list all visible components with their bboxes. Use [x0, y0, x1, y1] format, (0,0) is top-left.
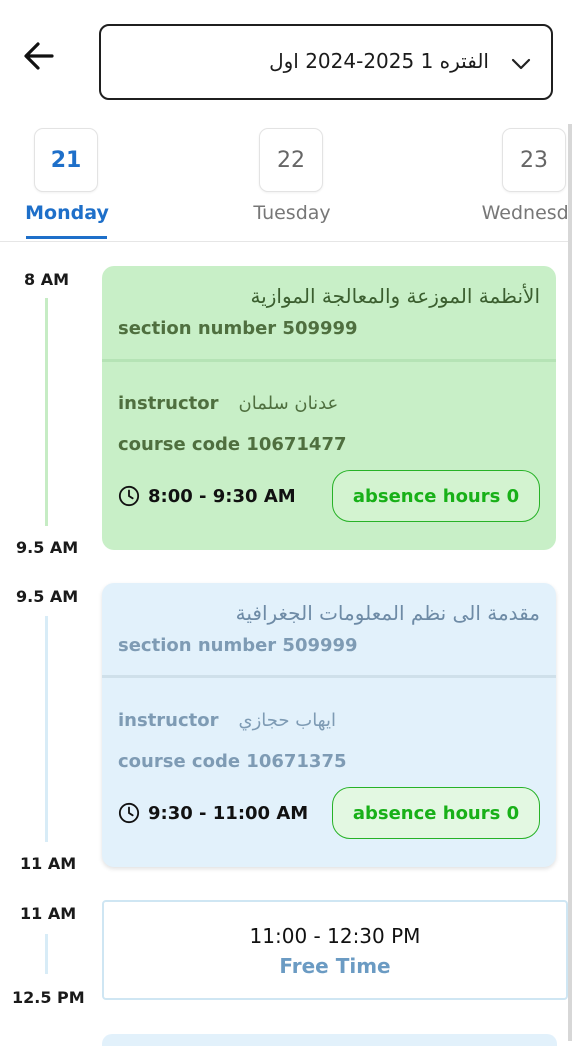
timeline-line [45, 298, 48, 526]
course-name: الأنظمة الموزعة والمعالجة الموازية [250, 284, 540, 308]
arrow-left-icon [24, 42, 54, 70]
instructor-label: instructor [118, 710, 219, 731]
slot-start-time: 11 AM [20, 904, 77, 923]
absence-hours-button[interactable]: absence hours 0 [332, 787, 540, 839]
chevron-down-icon [511, 58, 531, 70]
day-name: Wednesda [481, 202, 572, 224]
instructor-name: عدنان سلمان [238, 393, 339, 414]
timeline-line [45, 934, 48, 974]
slot-start-time: 8 AM [24, 270, 70, 289]
course-card[interactable]: الأنظمة الموزعة والمعالجة الموازية secti… [102, 266, 556, 550]
timeline-line [45, 616, 48, 842]
card-divider [102, 359, 556, 362]
slot-end-time: 11 AM [20, 854, 77, 873]
day-name: Monday [25, 202, 109, 224]
day-number: 21 [34, 128, 98, 192]
day-tab-wednesday[interactable]: 23 Wednesda [480, 128, 572, 238]
active-tab-indicator [26, 236, 107, 239]
clock-icon [118, 802, 140, 824]
course-card-header: مقدمة الى نظم المعلومات الجغرافية sectio… [102, 583, 556, 675]
instructor-line: instructor ايهاب حجازي [118, 710, 336, 731]
class-time-text: 8:00 - 9:30 AM [148, 485, 296, 507]
tabs-divider [0, 241, 572, 242]
class-time: 9:30 - 11:00 AM [118, 802, 308, 824]
section-number: section number 509999 [118, 635, 358, 656]
absence-hours-button[interactable]: absence hours 0 [332, 470, 540, 522]
class-time-text: 9:30 - 11:00 AM [148, 802, 309, 824]
course-code: course code 10671375 [118, 751, 347, 772]
free-time-label: Free Time [279, 954, 391, 978]
slot-end-time: 9.5 AM [16, 538, 79, 557]
course-card[interactable]: مقدمة الى نظم المعلومات الجغرافية sectio… [102, 583, 556, 867]
course-code: course code 10671477 [118, 434, 347, 455]
card-divider [102, 675, 556, 678]
clock-icon [118, 485, 140, 507]
course-name: مقدمة الى نظم المعلومات الجغرافية [235, 601, 540, 625]
free-time-range: 11:00 - 12:30 PM [249, 924, 421, 948]
day-tab-tuesday[interactable]: 22 Tuesday [237, 128, 347, 238]
section-number: section number 509999 [118, 318, 358, 339]
course-card-header: الأنظمة الموزعة والمعالجة الموازية secti… [102, 266, 556, 359]
slot-end-time: 12.5 PM [12, 988, 85, 1007]
slot-start-time: 9.5 AM [16, 587, 79, 606]
back-button[interactable] [18, 36, 60, 76]
term-select-value: الفتره 1 2025-2024 اول [269, 49, 489, 73]
day-number: 23 [502, 128, 566, 192]
day-name: Tuesday [253, 202, 331, 224]
instructor-label: instructor [118, 393, 219, 414]
term-select[interactable]: الفتره 1 2025-2024 اول [99, 24, 553, 100]
free-time-card: 11:00 - 12:30 PM Free Time [102, 900, 568, 1000]
next-course-card[interactable] [102, 1034, 557, 1046]
day-number: 22 [259, 128, 323, 192]
day-tab-monday[interactable]: 21 Monday [12, 128, 122, 238]
class-time: 8:00 - 9:30 AM [118, 485, 296, 507]
instructor-name: ايهاب حجازي [238, 710, 336, 731]
instructor-line: instructor عدنان سلمان [118, 393, 338, 414]
scrollbar[interactable] [568, 124, 572, 1041]
